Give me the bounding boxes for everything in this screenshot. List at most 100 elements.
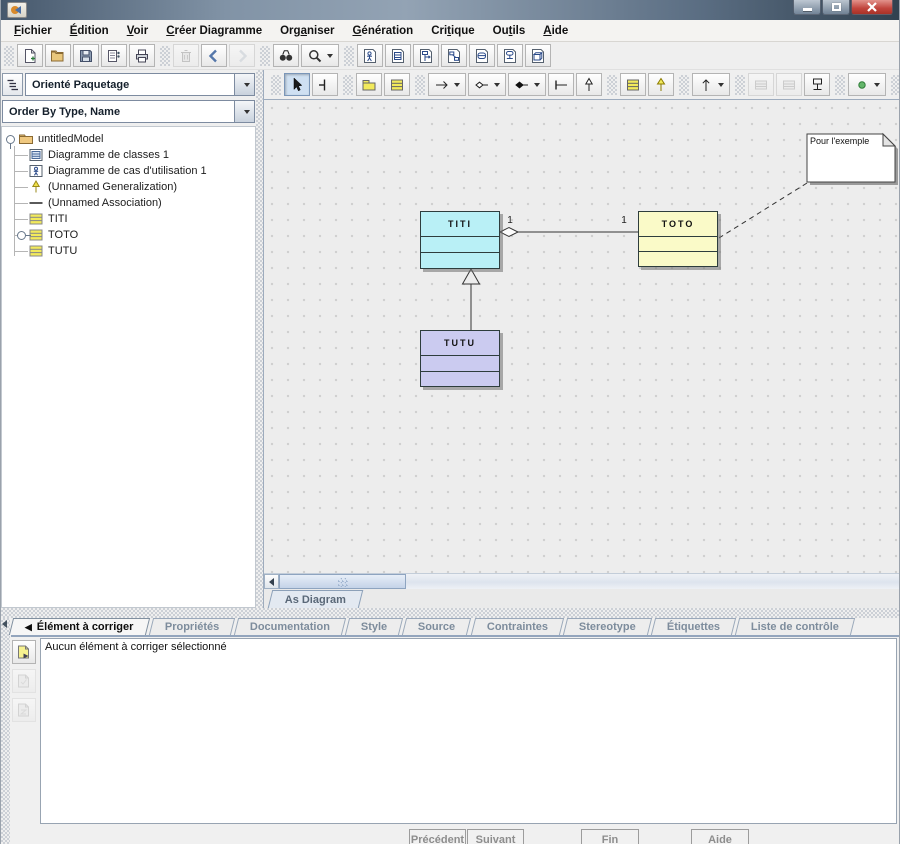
sequence-diagram-button[interactable] [413,44,439,67]
activity-diagram-button[interactable] [497,44,523,67]
menu-edition[interactable]: Édition [61,22,118,40]
menu-aide[interactable]: Aide [534,22,577,40]
statechart-diagram-button[interactable] [469,44,495,67]
usecase-diagram-button[interactable] [357,44,383,67]
vertical-splitter[interactable] [256,70,263,608]
panel-collapse-strip[interactable] [1,618,10,844]
menu-generation[interactable]: Génération [343,22,422,40]
deployment-diagram-button[interactable] [525,44,551,67]
uml-attribute-compartment[interactable] [421,236,499,252]
aggregation-tool-button[interactable] [468,73,506,96]
perspective-combobox-arrow[interactable] [234,74,254,95]
dependency-tool-button[interactable] [692,73,730,96]
wizard-aide-button[interactable]: Aide [691,829,749,844]
navigate-forward-button[interactable] [229,44,255,67]
expand-handle[interactable] [17,231,26,240]
minimize-button[interactable] [793,0,821,15]
generalization-tool-button[interactable] [576,73,602,96]
operation-tool-button[interactable] [776,73,802,96]
tree-item-unnamed-generalization[interactable]: (Unnamed Generalization) [4,179,253,195]
tab-style[interactable]: Style [345,618,404,635]
app-menu-button[interactable] [7,2,27,18]
zoom-button[interactable] [301,44,339,67]
menu-outils[interactable]: Outils [484,22,535,40]
navigate-back-button[interactable] [201,44,227,67]
maximize-button[interactable] [822,0,850,15]
order-combobox[interactable]: Order By Type, Name [2,100,255,123]
perspective-combobox[interactable]: Orienté Paquetage [25,73,255,96]
uml-operation-compartment[interactable] [421,371,499,387]
collaboration-diagram-button[interactable] [441,44,467,67]
association-tool-button[interactable] [428,73,466,96]
snooze-todo-button[interactable] [12,698,36,722]
tab-liste-de-controle[interactable]: Liste de contrôle [735,618,855,635]
uml-operation-compartment[interactable] [639,251,717,266]
broken-line-tool-button[interactable] [312,73,338,96]
class-tool-button[interactable] [384,73,410,96]
tab-source[interactable]: Source [402,618,472,635]
tree-item-unnamed-association[interactable]: (Unnamed Association) [4,195,253,211]
tree-item-untitledmodel[interactable]: untitledModel [4,131,253,147]
tab-documentation[interactable]: Documentation [234,618,346,635]
composition-tool-button[interactable] [508,73,546,96]
uml-class-toto[interactable]: TOTO [638,211,718,267]
multiplicity-source[interactable]: 1 [507,215,513,226]
uml-attribute-compartment[interactable] [639,236,717,251]
realization-tool-button[interactable] [648,73,674,96]
aggregation-diamond[interactable] [500,228,518,237]
horizontal-scrollbar[interactable] [264,573,900,589]
interface-tool-button[interactable] [620,73,646,96]
tab-proprietes[interactable]: Propriétés [148,618,235,635]
tab-stereotype[interactable]: Stereotype [563,618,652,635]
uml-attribute-compartment[interactable] [421,355,499,371]
tab-as-diagram[interactable]: As Diagram [268,590,364,608]
tab-element-a-corriger[interactable]: ◀Élément à corriger [9,618,150,635]
wizard-suivant-button[interactable]: Suivant [467,829,524,844]
order-combobox-arrow[interactable] [234,101,254,122]
save-project-button[interactable] [73,44,99,67]
todo-content-area[interactable]: Aucun élément à corriger sélectionné [40,638,897,824]
menu-fichier[interactable]: Fichier [5,22,61,40]
find-button[interactable] [273,44,299,67]
close-button[interactable] [851,0,893,15]
scroll-left-button[interactable] [264,574,279,589]
tree-item-toto[interactable]: TOTO [4,227,253,243]
tree-item-titi[interactable]: TITI [4,211,253,227]
new-document-button[interactable] [17,44,43,67]
select-tool-button[interactable] [284,73,310,96]
tab-contraintes[interactable]: Contraintes [470,618,563,635]
open-project-button[interactable] [45,44,71,67]
explorer-tree[interactable]: untitledModelDiagramme de classes 1Diagr… [1,126,256,608]
package-tool-button[interactable] [356,73,382,96]
expand-handle[interactable] [6,135,15,144]
scrollbar-thumb[interactable] [279,574,406,589]
new-todo-button[interactable] [12,640,36,664]
resolve-todo-button[interactable] [12,669,36,693]
association-class-tool-button[interactable] [804,73,830,96]
title-bar[interactable] [1,0,900,20]
menu-critique[interactable]: Critique [422,22,483,40]
uml-note[interactable]: Pour l'exemple [805,132,900,188]
menu-creer-diagramme[interactable]: Créer Diagramme [157,22,271,40]
tree-item-diagramme-de-cas-d-utilisation-1[interactable]: Diagramme de cas d'utilisation 1 [4,163,253,179]
menu-organiser[interactable]: Organiser [271,22,343,40]
menu-voir[interactable]: Voir [118,22,158,40]
wizard-fin-button[interactable]: Fin [581,829,639,844]
comment-link-edge[interactable] [719,183,807,238]
tree-item-diagramme-de-classes-1[interactable]: Diagramme de classes 1 [4,147,253,163]
horizontal-splitter[interactable] [1,608,900,618]
uml-class-tutu[interactable]: TUTU [420,330,500,387]
tab-etiquettes[interactable]: Étiquettes [650,618,735,635]
uml-operation-compartment[interactable] [421,252,499,268]
tree-item-tutu[interactable]: TUTU [4,243,253,259]
association-end-tool-button[interactable] [548,73,574,96]
remove-from-diagram-button[interactable] [173,44,199,67]
print-button[interactable] [129,44,155,67]
uml-class-titi[interactable]: TITI [420,211,500,269]
attribute-tool-button[interactable] [748,73,774,96]
perspective-config-button[interactable] [2,73,23,96]
multiplicity-target[interactable]: 1 [621,215,627,226]
class-diagram-button[interactable] [385,44,411,67]
wizard-precedent-button[interactable]: Précédent [409,829,466,844]
diagram-canvas[interactable]: 1 1 Pour l'exemple TITI TOTO TUTU [264,100,900,573]
